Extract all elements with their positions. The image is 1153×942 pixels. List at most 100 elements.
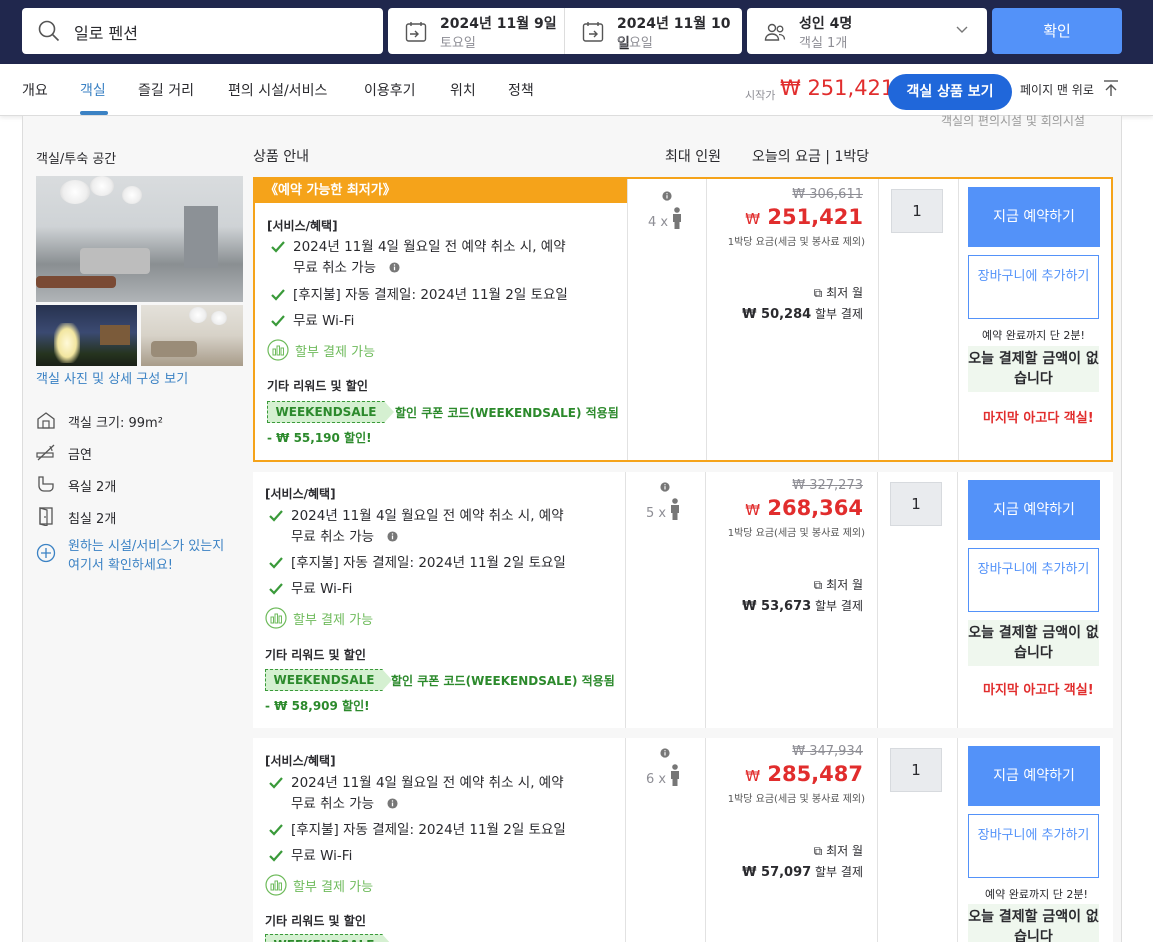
book-now-button[interactable]: 지금 예약하기 xyxy=(968,480,1100,540)
feature-label: 욕실 2개 xyxy=(68,480,117,495)
benefit-text: 무료 Wi-Fi xyxy=(293,313,355,329)
coupon-badge: WEEKENDSALE xyxy=(265,934,392,942)
tab-facilities[interactable]: 편의 시설/서비스 xyxy=(228,80,327,100)
info-icon[interactable] xyxy=(660,482,670,492)
header-price: 오늘의 요금 | 1박당 xyxy=(752,149,870,165)
max-guests-count: 4 x xyxy=(648,215,669,230)
checkmark-icon xyxy=(269,850,283,862)
promo-heading: 기타 리워드 및 할인 xyxy=(265,914,366,928)
pay-nothing-today: 오늘 결제할 금액이 없습니다 xyxy=(968,346,1099,392)
discount-amount: - ₩ 58,909 할인! xyxy=(265,699,370,713)
info-icon[interactable] xyxy=(660,748,670,758)
price-currency: ₩ xyxy=(745,501,761,519)
promo-heading: 기타 리워드 및 할인 xyxy=(265,648,366,662)
services-heading: [서비스/혜택] xyxy=(267,219,338,233)
view-rooms-button[interactable]: 객실 상품 보기 xyxy=(888,74,1012,110)
tab-rooms[interactable]: 객실 xyxy=(80,80,106,100)
tab-location[interactable]: 위치 xyxy=(450,80,476,100)
coupon-badge: WEEKENDSALE xyxy=(265,669,392,691)
room-quantity-select[interactable]: 1 xyxy=(891,189,943,233)
price-note: 1박당 요금(세금 및 봉사료 제외) xyxy=(727,528,865,539)
original-price: ₩ 347,934 xyxy=(792,744,863,759)
from-price-label: 시작가 xyxy=(745,89,776,102)
checkmark-icon xyxy=(269,824,283,836)
discounted-price: ₩ 285,487 xyxy=(713,762,863,786)
lowest-monthly-text: 최저 월 xyxy=(826,578,863,592)
person-icon xyxy=(671,764,679,786)
tab-activities[interactable]: 즐길 거리 xyxy=(138,80,194,100)
checkout-date[interactable]: 2024년 11월 10일 일요일 xyxy=(565,8,742,54)
tab-reviews[interactable]: 이용후기 xyxy=(364,80,416,100)
book-now-button[interactable]: 지금 예약하기 xyxy=(968,187,1100,247)
installment-chart-icon xyxy=(265,874,287,896)
col-divider xyxy=(957,738,958,942)
add-to-cart-button[interactable]: 장바구니에 추가하기 xyxy=(968,548,1099,612)
no-smoking-icon xyxy=(36,444,55,461)
destination-input[interactable]: 일로 펜션 xyxy=(22,8,383,54)
col-divider xyxy=(706,179,707,460)
discount-amount: - ₩ 55,190 할인! xyxy=(267,431,372,445)
benefit-text: [후지불] 자동 결제일: 2024년 11월 2일 토요일 xyxy=(291,822,566,838)
checkmark-icon xyxy=(269,557,283,569)
installment-suffix: 할부 결제 xyxy=(815,865,863,879)
room-photos-link[interactable]: 객실 사진 및 상세 구성 보기 xyxy=(36,368,188,387)
installment-suffix: 할부 결제 xyxy=(815,599,863,613)
info-icon[interactable] xyxy=(387,531,398,542)
confirm-search-button[interactable]: 확인 xyxy=(992,8,1122,54)
date-picker[interactable]: 2024년 11월 9일 토요일 2024년 11월 10일 일요일 xyxy=(388,8,742,54)
info-icon[interactable] xyxy=(389,262,400,273)
installment-chart-icon xyxy=(267,339,289,361)
installment-suffix: 할부 결제 xyxy=(815,307,863,321)
installment-text: 할부 결제 가능 xyxy=(293,880,374,895)
book-now-button[interactable]: 지금 예약하기 xyxy=(968,746,1100,806)
room-offer-row: 《예약 가능한 최저가》 [서비스/혜택] 2024년 11월 4일 월요일 전… xyxy=(253,177,1113,462)
room-quantity-select[interactable]: 1 xyxy=(890,482,942,526)
installment-chart-icon xyxy=(265,607,287,629)
promo-heading: 기타 리워드 및 할인 xyxy=(267,379,368,393)
room-interior-photo[interactable] xyxy=(141,305,243,366)
tab-policies[interactable]: 정책 xyxy=(508,80,534,100)
max-guests-count: 5 x xyxy=(646,506,667,521)
lowest-monthly-label: ⧉ 최저 월 xyxy=(713,284,863,301)
room-quantity-select[interactable]: 1 xyxy=(890,748,942,792)
price-currency: ₩ xyxy=(745,767,761,785)
price-amount: 268,364 xyxy=(767,496,863,520)
coupon-badge: WEEKENDSALE xyxy=(267,401,394,423)
amenities-partial-text: 객실의 편의시설 및 회의시설 xyxy=(941,114,1085,128)
room-type-title: 객실/투숙 공간 xyxy=(36,152,117,167)
header-product: 상품 안내 xyxy=(253,149,309,165)
chevron-down-icon xyxy=(956,26,968,33)
coupon-applied-text: 할인 쿠폰 코드(WEEKENDSALE) 적용됨 xyxy=(395,406,619,420)
best-price-ribbon: 《예약 가능한 최저가》 xyxy=(255,179,627,203)
room-exterior-photo[interactable] xyxy=(36,305,137,366)
occupancy-selector[interactable]: 성인 4명 객실 1개 xyxy=(747,8,987,54)
arrow-up-icon[interactable] xyxy=(1102,79,1120,97)
last-room-notice: 마지막 아고다 객실! xyxy=(983,411,1094,426)
tab-overview[interactable]: 개요 xyxy=(22,80,48,100)
discounted-price: ₩ 251,421 xyxy=(713,205,863,229)
lowest-monthly-text: 최저 월 xyxy=(826,286,863,300)
benefit-text: 무료 Wi-Fi xyxy=(291,848,353,864)
benefit-text: 무료 Wi-Fi xyxy=(291,581,353,597)
add-to-cart-button[interactable]: 장바구니에 추가하기 xyxy=(968,814,1099,878)
back-to-top-link[interactable]: 페이지 맨 위로 xyxy=(1020,81,1094,98)
last-room-notice: 마지막 아고다 객실! xyxy=(983,683,1094,698)
info-icon[interactable] xyxy=(662,191,672,201)
col-divider xyxy=(705,472,706,728)
pay-nothing-today: 오늘 결제할 금액이 없습니다 xyxy=(968,904,1099,942)
checkmark-icon xyxy=(269,777,283,789)
feature-label: 침실 2개 xyxy=(68,512,117,527)
info-icon[interactable] xyxy=(387,798,398,809)
destination-value: 일로 펜션 xyxy=(74,24,138,43)
monthly-installment: ₩ 57,097 할부 결제 xyxy=(713,863,863,880)
checkout-day-text: 일요일 xyxy=(617,36,653,51)
people-icon xyxy=(764,23,786,41)
room-main-photo[interactable] xyxy=(36,176,243,302)
checkin-date[interactable]: 2024년 11월 9일 토요일 xyxy=(388,8,565,54)
price-note: 1박당 요금(세금 및 봉사료 제외) xyxy=(727,794,865,805)
add-to-cart-button[interactable]: 장바구니에 추가하기 xyxy=(968,255,1099,319)
price-amount: 251,421 xyxy=(767,205,863,229)
price-amount: 285,487 xyxy=(767,762,863,786)
feature-label: 객실 크기: 99m² xyxy=(68,416,163,431)
installment-text: 할부 결제 가능 xyxy=(295,345,376,360)
